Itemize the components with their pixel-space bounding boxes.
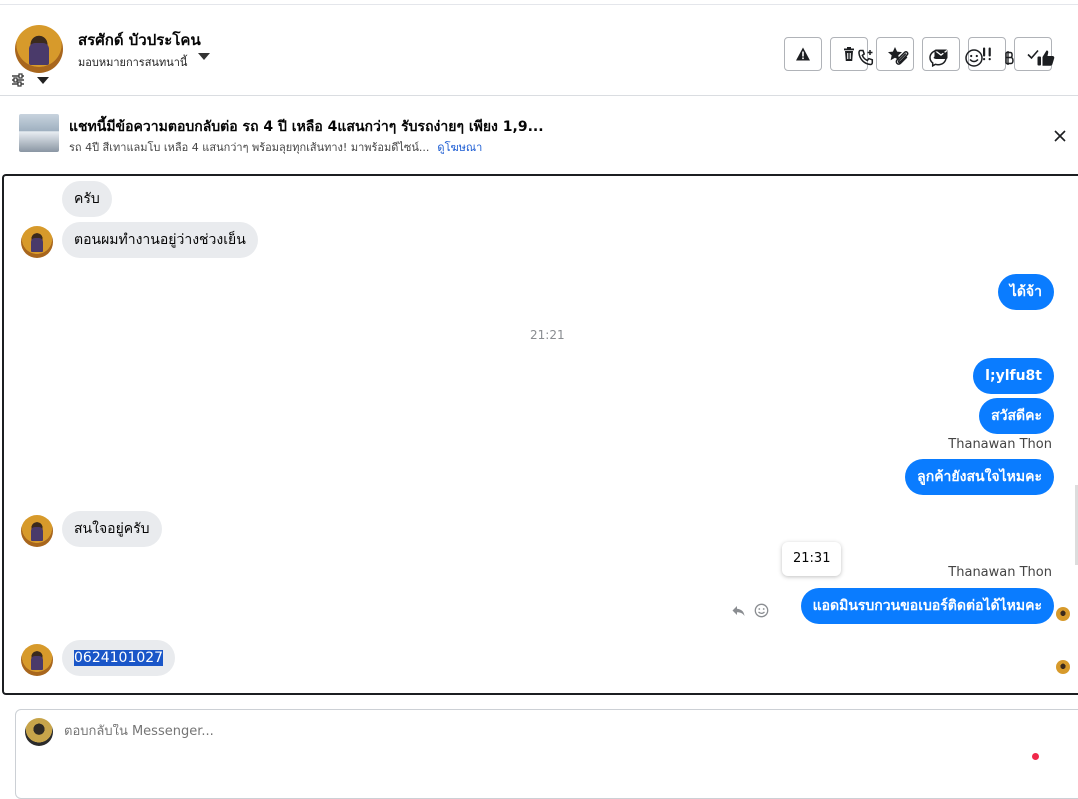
timestamp-divider: 21:21 bbox=[530, 328, 565, 342]
contact-avatar[interactable] bbox=[15, 25, 63, 73]
composer-toolbar bbox=[856, 48, 1056, 68]
emoji-icon[interactable] bbox=[964, 48, 984, 68]
assign-dropdown-label[interactable]: มอบหมายการสนทนานี้ bbox=[78, 53, 187, 71]
time-tooltip: 21:31 bbox=[782, 542, 842, 576]
reply-composer bbox=[15, 709, 1078, 799]
message-actions bbox=[731, 603, 769, 618]
incoming-message[interactable]: 0624101027 bbox=[62, 640, 176, 676]
caret-down-icon[interactable] bbox=[198, 53, 210, 60]
phone-add-icon[interactable] bbox=[856, 48, 876, 68]
seen-indicator-avatar bbox=[1056, 607, 1070, 621]
caret-down-icon[interactable] bbox=[37, 77, 49, 84]
chat-bubble-icon[interactable] bbox=[928, 48, 948, 68]
outgoing-message[interactable]: แอดมินรบกวนขอเบอร์ติดต่อได้ไหมคะ bbox=[800, 588, 1054, 624]
contact-avatar-small bbox=[21, 644, 53, 676]
page-avatar bbox=[25, 718, 53, 746]
incoming-message[interactable]: สนใจอยู่ครับ bbox=[62, 511, 162, 547]
baht-payment-icon[interactable] bbox=[1000, 48, 1020, 68]
outgoing-message[interactable]: l;ylfu8t bbox=[973, 358, 1054, 394]
reply-icon[interactable] bbox=[731, 603, 746, 618]
ad-context-banner: แชทนี้มีข้อความตอบกลับต่อ รถ 4 ปี เหลือ … bbox=[0, 96, 1078, 172]
trash-icon bbox=[844, 47, 854, 61]
incoming-message[interactable]: ตอนผมทำงานอยู่ว่างช่วงเย็น bbox=[62, 222, 258, 258]
close-icon[interactable] bbox=[1053, 129, 1067, 143]
smiley-icon[interactable] bbox=[754, 603, 769, 618]
sliders-icon[interactable] bbox=[11, 73, 25, 87]
thumbs-up-icon[interactable] bbox=[1036, 48, 1056, 68]
message-thread[interactable]: ครับ ตอนผมทำงานอยู่ว่างช่วงเย็น ได้จ้า 2… bbox=[2, 174, 1078, 695]
ad-description: รถ 4ปี สีเทาแลมโบ เหลือ 4 แสนกว่าๆ พร้อม… bbox=[69, 141, 430, 154]
ad-title: แชทนี้มีข้อความตอบกลับต่อ รถ 4 ปี เหลือ … bbox=[69, 119, 544, 135]
sender-name: Thanawan Thon bbox=[948, 437, 1052, 452]
sender-name: Thanawan Thon bbox=[948, 565, 1052, 580]
contact-name[interactable]: สรศักด์ บัวประโคน bbox=[78, 28, 201, 52]
outgoing-message[interactable]: สวัสดีคะ bbox=[979, 398, 1054, 434]
selected-phone-number[interactable]: 0624101027 bbox=[74, 650, 164, 666]
contact-avatar-small bbox=[21, 226, 53, 258]
outgoing-message[interactable]: ได้จ้า bbox=[997, 274, 1054, 310]
ad-subtitle: รถ 4ปี สีเทาแลมโบ เหลือ 4 แสนกว่าๆ พร้อม… bbox=[69, 138, 482, 156]
contact-avatar-small bbox=[21, 515, 53, 547]
warning-icon bbox=[796, 47, 810, 61]
ad-thumbnail[interactable] bbox=[19, 114, 59, 152]
outgoing-message[interactable]: ลูกค้ายังสนใจไหมคะ bbox=[905, 459, 1054, 495]
report-button[interactable] bbox=[784, 37, 822, 71]
notification-dot bbox=[1032, 753, 1039, 760]
reply-input[interactable] bbox=[64, 724, 764, 739]
paperclip-icon[interactable] bbox=[892, 48, 912, 68]
incoming-message[interactable]: ครับ bbox=[62, 181, 112, 217]
view-ad-link[interactable]: ดูโฆษณา bbox=[437, 141, 482, 154]
read-receipt-avatar bbox=[1056, 660, 1070, 674]
